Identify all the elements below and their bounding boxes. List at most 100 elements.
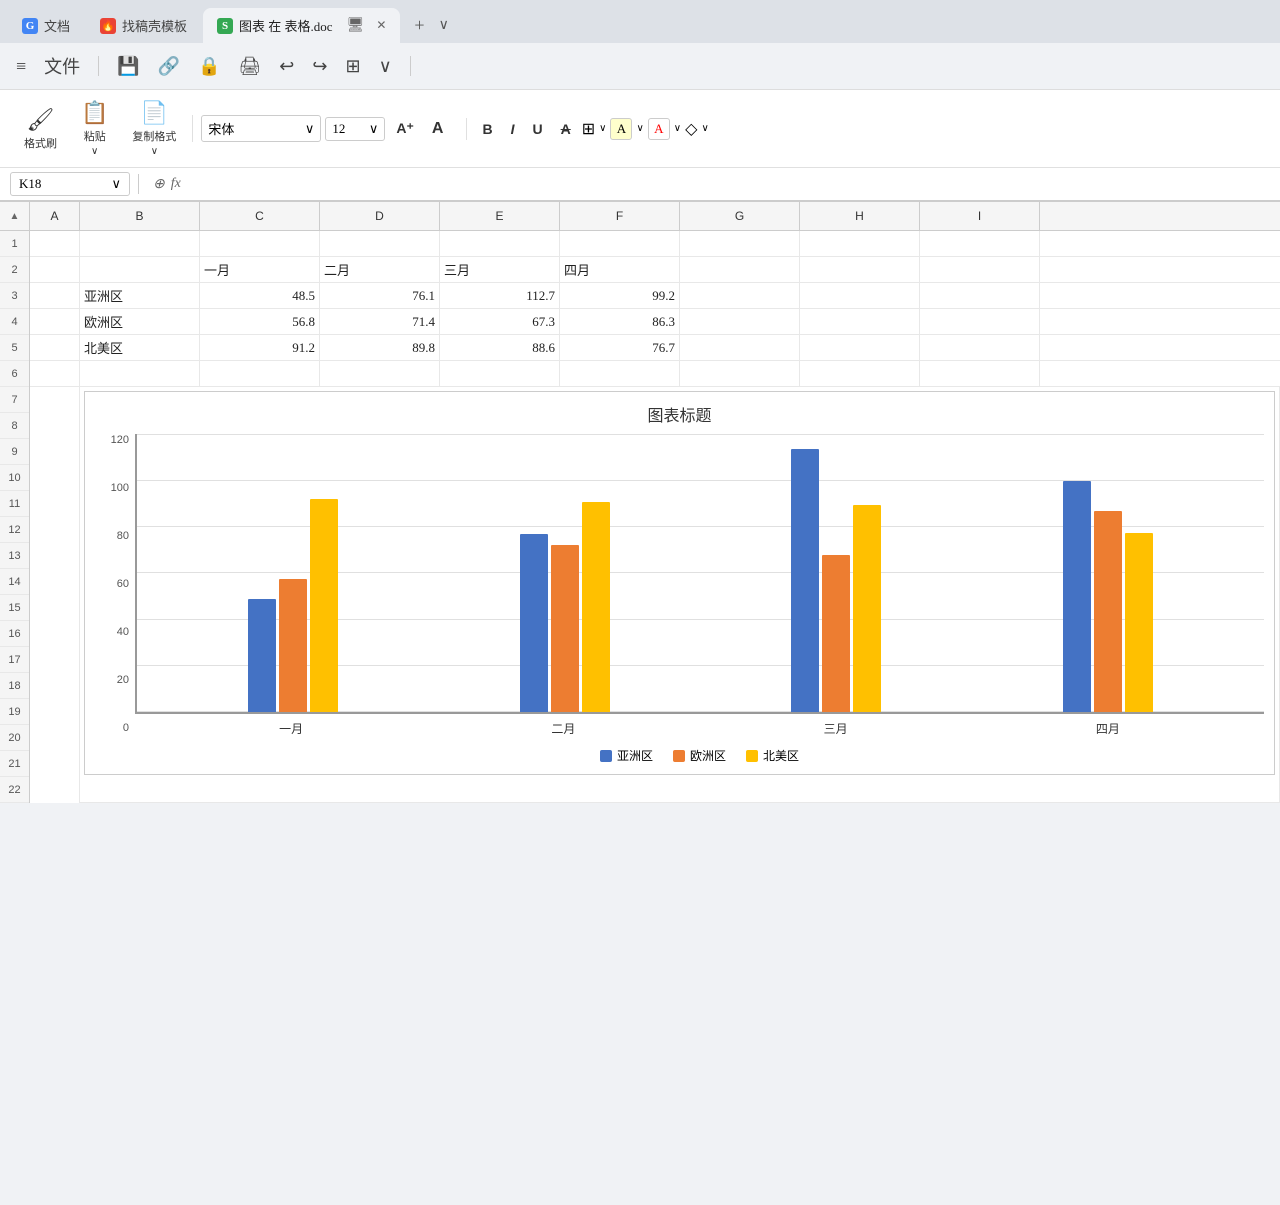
font-label-at[interactable]: A — [425, 117, 451, 141]
row-num-22[interactable]: 22 — [0, 777, 29, 803]
bold-button[interactable]: B — [475, 118, 499, 140]
col-header-A[interactable]: A — [30, 202, 80, 230]
cell-I5[interactable] — [920, 335, 1040, 360]
cell-A4[interactable] — [30, 309, 80, 334]
cell-A7-22[interactable] — [30, 387, 80, 803]
row-num-21[interactable]: 21 — [0, 751, 29, 777]
row-num-1[interactable]: 1 — [0, 231, 29, 257]
col-header-D[interactable]: D — [320, 202, 440, 230]
cell-C1[interactable] — [200, 231, 320, 256]
link-icon[interactable]: 🔗 — [154, 52, 184, 81]
paste-dropdown-icon[interactable]: ∨ — [91, 146, 98, 157]
cell-C2[interactable]: 一月 — [200, 257, 320, 282]
cell-B2[interactable] — [80, 257, 200, 282]
lock-icon[interactable]: 🔒 — [194, 52, 224, 81]
cell-G1[interactable] — [680, 231, 800, 256]
cell-B6[interactable] — [80, 361, 200, 386]
cell-A5[interactable] — [30, 335, 80, 360]
cell-D4[interactable]: 71.4 — [320, 309, 440, 334]
chart-embedded-area[interactable]: 图表标题 120 100 80 60 40 20 — [80, 387, 1280, 803]
row-num-10[interactable]: 10 — [0, 465, 29, 491]
cell-E2[interactable]: 三月 — [440, 257, 560, 282]
cell-B5[interactable]: 北美区 — [80, 335, 200, 360]
cell-G3[interactable] — [680, 283, 800, 308]
table-icon[interactable]: ⊞ — [341, 52, 364, 81]
font-color-dropdown-icon[interactable]: ∨ — [674, 123, 681, 134]
row-num-13[interactable]: 13 — [0, 543, 29, 569]
cell-G6[interactable] — [680, 361, 800, 386]
cell-H4[interactable] — [800, 309, 920, 334]
undo-icon[interactable]: ↩ — [275, 52, 298, 81]
col-header-H[interactable]: H — [800, 202, 920, 230]
paste-button[interactable]: 📋 粘贴 ∨ — [73, 96, 116, 161]
redo-icon[interactable]: ↪ — [308, 52, 331, 81]
tab-docs[interactable]: G 文档 — [8, 8, 84, 43]
cell-B3[interactable]: 亚洲区 — [80, 283, 200, 308]
row-num-5[interactable]: 5 — [0, 335, 29, 361]
cell-reference-box[interactable]: K18 ∨ — [10, 172, 130, 196]
table-format-dropdown-icon[interactable]: ∨ — [599, 123, 606, 134]
cell-H1[interactable] — [800, 231, 920, 256]
col-header-C[interactable]: C — [200, 202, 320, 230]
font-name-select[interactable]: 宋体 ∨ — [201, 115, 321, 142]
underline-button[interactable]: U — [525, 118, 549, 140]
cell-C6[interactable] — [200, 361, 320, 386]
cell-G5[interactable] — [680, 335, 800, 360]
row-num-8[interactable]: 8 — [0, 413, 29, 439]
copy-format-button[interactable]: 📄 复制格式 ∨ — [124, 96, 184, 161]
formula-input-area[interactable]: ⊕ fx — [147, 174, 1270, 195]
row-num-4[interactable]: 4 — [0, 309, 29, 335]
row-num-17[interactable]: 17 — [0, 647, 29, 673]
cell-G4[interactable] — [680, 309, 800, 334]
cell-A2[interactable] — [30, 257, 80, 282]
row-num-2[interactable]: 2 — [0, 257, 29, 283]
cell-D1[interactable] — [320, 231, 440, 256]
cell-I3[interactable] — [920, 283, 1040, 308]
tab-menu-button[interactable]: ∨ — [435, 13, 453, 38]
cell-I2[interactable] — [920, 257, 1040, 282]
row-num-16[interactable]: 16 — [0, 621, 29, 647]
cell-D6[interactable] — [320, 361, 440, 386]
cell-A1[interactable] — [30, 231, 80, 256]
cell-A3[interactable] — [30, 283, 80, 308]
cell-E1[interactable] — [440, 231, 560, 256]
cell-H2[interactable] — [800, 257, 920, 282]
row-num-9[interactable]: 9 — [0, 439, 29, 465]
row-num-19[interactable]: 19 — [0, 699, 29, 725]
cell-E4[interactable]: 67.3 — [440, 309, 560, 334]
new-tab-button[interactable]: + — [406, 11, 432, 40]
cell-F2[interactable]: 四月 — [560, 257, 680, 282]
row-num-6[interactable]: 6 — [0, 361, 29, 387]
highlight-dropdown-icon[interactable]: ∨ — [636, 123, 643, 134]
close-tab-button[interactable]: ✕ — [376, 18, 386, 33]
col-header-B[interactable]: B — [80, 202, 200, 230]
col-header-G[interactable]: G — [680, 202, 800, 230]
italic-button[interactable]: I — [504, 118, 522, 140]
font-color-button[interactable]: A — [648, 118, 670, 140]
row-num-3[interactable]: 3 — [0, 283, 29, 309]
cell-F5[interactable]: 76.7 — [560, 335, 680, 360]
col-header-E[interactable]: E — [440, 202, 560, 230]
cell-F3[interactable]: 99.2 — [560, 283, 680, 308]
cell-D3[interactable]: 76.1 — [320, 283, 440, 308]
cell-A6[interactable] — [30, 361, 80, 386]
col-header-I[interactable]: I — [920, 202, 1040, 230]
dropdown-arrow-icon[interactable]: ∨ — [375, 52, 396, 81]
cell-E3[interactable]: 112.7 — [440, 283, 560, 308]
row-num-15[interactable]: 15 — [0, 595, 29, 621]
cell-F6[interactable] — [560, 361, 680, 386]
row-num-18[interactable]: 18 — [0, 673, 29, 699]
cell-H5[interactable] — [800, 335, 920, 360]
cell-E6[interactable] — [440, 361, 560, 386]
format-brush-button[interactable]: 🖌 格式刷 — [16, 103, 65, 155]
strikethrough-button[interactable]: A — [554, 118, 578, 140]
cell-H3[interactable] — [800, 283, 920, 308]
table-format-icon[interactable]: ⊞ — [582, 119, 595, 139]
cell-C4[interactable]: 56.8 — [200, 309, 320, 334]
cell-B4[interactable]: 欧洲区 — [80, 309, 200, 334]
font-grow-button[interactable]: A⁺ — [389, 117, 421, 140]
menu-label[interactable]: 文件 — [40, 49, 84, 83]
cell-H6[interactable] — [800, 361, 920, 386]
hamburger-menu-icon[interactable]: ≡ — [12, 52, 30, 81]
cell-G2[interactable] — [680, 257, 800, 282]
